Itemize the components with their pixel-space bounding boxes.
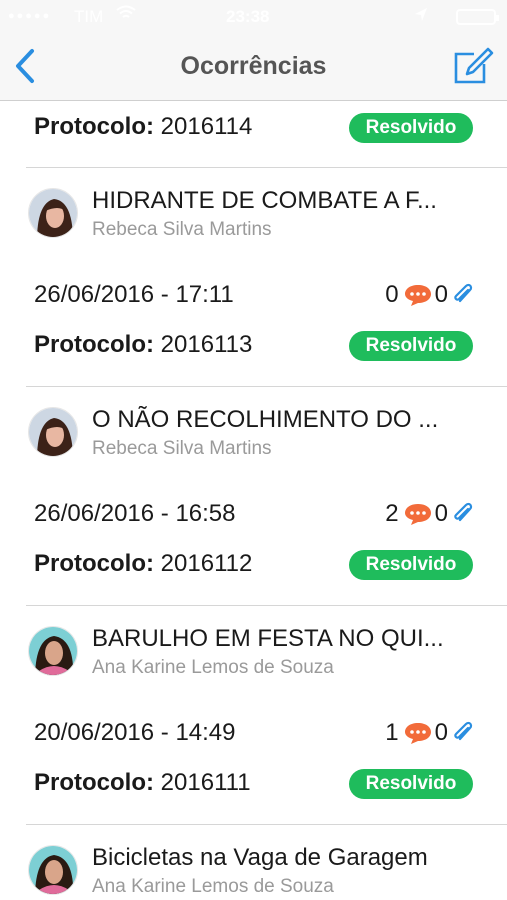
- comment-count: 1: [385, 719, 399, 746]
- item-datetime: 26/06/2016 - 17:11: [34, 281, 234, 308]
- item-author: Ana Karine Lemos de Souza: [92, 657, 334, 678]
- page-title: Ocorrências: [180, 52, 327, 80]
- paperclip-icon: [454, 721, 473, 741]
- avatar: [28, 845, 78, 895]
- protocol-number: 2016112: [160, 550, 253, 577]
- compose-button[interactable]: [452, 46, 494, 86]
- comment-icon: [404, 723, 431, 744]
- status-badge: Resolvido: [349, 331, 473, 361]
- avatar: [28, 407, 78, 457]
- item-author: Rebeca Silva Martins: [92, 438, 272, 459]
- item-author: Ana Karine Lemos de Souza: [92, 876, 334, 897]
- list-item[interactable]: Bicicletas na Vaga de Garagem Ana Karine…: [0, 825, 507, 900]
- attachment-count: 0: [434, 719, 448, 746]
- protocol-number: 2016114: [160, 113, 253, 140]
- item-datetime: 20/06/2016 - 14:49: [34, 719, 236, 746]
- avatar: [28, 626, 78, 676]
- wifi-icon: [116, 5, 136, 26]
- item-counts: 2 0: [385, 500, 475, 528]
- location-icon: [414, 7, 428, 28]
- protocol-number: 2016111: [160, 769, 251, 796]
- paperclip-icon: [454, 283, 473, 303]
- compose-icon: [454, 47, 494, 84]
- attachment-count: 0: [434, 281, 448, 308]
- item-counts: 1 0: [385, 719, 475, 747]
- item-title: HIDRANTE DE COMBATE A F...: [92, 187, 437, 214]
- item-title: Bicicletas na Vaga de Garagem: [92, 844, 428, 871]
- item-title: BARULHO EM FESTA NO QUI...: [92, 625, 444, 652]
- carrier-name: TIM: [74, 7, 104, 26]
- protocol-label: Protocolo:: [34, 769, 154, 796]
- status-bar: ●●●●● TIM 23:38: [0, 0, 507, 34]
- protocol-text: Protocolo: 2016113: [34, 331, 252, 359]
- protocol-text: Protocolo: 2016112: [34, 550, 252, 578]
- list-item[interactable]: O NÃO RECOLHIMENTO DO ... Rebeca Silva M…: [0, 387, 507, 605]
- protocol-number: 2016113: [160, 331, 253, 358]
- protocol-label: Protocolo:: [34, 550, 154, 577]
- attachment-count: 0: [434, 500, 448, 527]
- status-badge: Resolvido: [349, 550, 473, 580]
- list-item[interactable]: Protocolo: 2016114 Resolvido: [0, 101, 507, 167]
- status-badge: Resolvido: [349, 113, 473, 143]
- status-badge: Resolvido: [349, 769, 473, 799]
- comment-count: 2: [385, 500, 399, 527]
- item-author: Rebeca Silva Martins: [92, 219, 272, 240]
- protocol-label: Protocolo:: [34, 113, 154, 140]
- protocol-label: Protocolo:: [34, 331, 154, 358]
- protocol-text: Protocolo: 2016114: [34, 113, 252, 141]
- comment-count: 0: [385, 281, 399, 308]
- item-title: O NÃO RECOLHIMENTO DO ...: [92, 406, 439, 433]
- avatar: [28, 188, 78, 238]
- paperclip-icon: [454, 502, 473, 522]
- item-counts: 0 0: [385, 281, 475, 309]
- clock: 23:38: [226, 7, 270, 26]
- nav-header: ●●●●● TIM 23:38 Ocorrências: [0, 0, 507, 101]
- item-datetime: 26/06/2016 - 16:58: [34, 500, 236, 527]
- list-item[interactable]: BARULHO EM FESTA NO QUI... Ana Karine Le…: [0, 606, 507, 824]
- list-item[interactable]: HIDRANTE DE COMBATE A F... Rebeca Silva …: [0, 168, 507, 386]
- battery-icon: [456, 9, 499, 25]
- comment-icon: [404, 285, 431, 306]
- signal-icon: ●●●●●: [8, 10, 52, 22]
- protocol-text: Protocolo: 2016111: [34, 769, 251, 797]
- comment-icon: [404, 504, 431, 525]
